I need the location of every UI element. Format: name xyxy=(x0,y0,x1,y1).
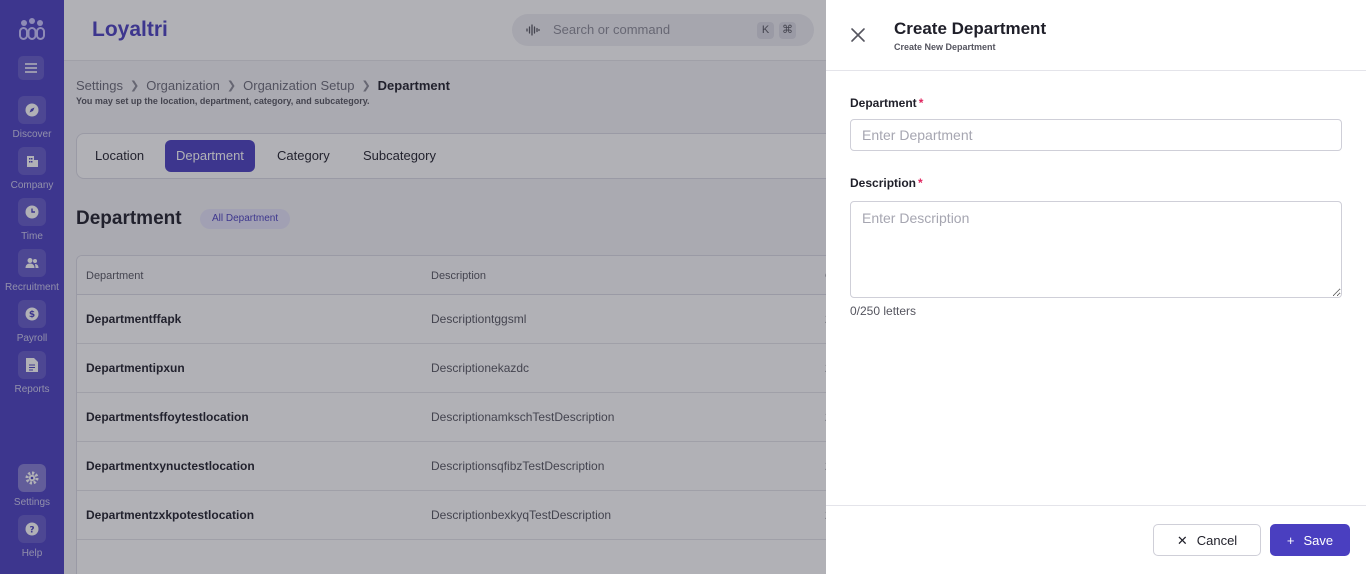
create-department-drawer: Create Department Create New Department … xyxy=(826,0,1366,574)
divider xyxy=(826,505,1366,506)
description-textarea[interactable] xyxy=(850,201,1342,298)
close-icon[interactable] xyxy=(849,26,867,44)
button-label: Cancel xyxy=(1196,532,1238,548)
description-field-label: Description * xyxy=(850,176,923,190)
plus-icon: + xyxy=(1286,532,1295,548)
drawer-title: Create Department xyxy=(894,19,1047,38)
label-text: Description xyxy=(850,176,917,190)
close-icon: ✕ xyxy=(1176,532,1188,548)
divider xyxy=(826,70,1366,71)
department-field-label: Department * xyxy=(850,96,923,110)
save-button[interactable]: + Save xyxy=(1270,524,1350,556)
label-text: Department xyxy=(850,96,917,110)
button-label: Save xyxy=(1303,532,1334,548)
modal-backdrop[interactable] xyxy=(0,0,826,574)
character-counter: 0/250 letters xyxy=(850,304,917,318)
cancel-button[interactable]: ✕ Cancel xyxy=(1153,524,1261,556)
drawer-subtitle: Create New Department xyxy=(894,42,996,52)
department-input[interactable] xyxy=(850,119,1342,151)
required-marker: * xyxy=(918,96,924,110)
required-marker: * xyxy=(918,176,923,190)
